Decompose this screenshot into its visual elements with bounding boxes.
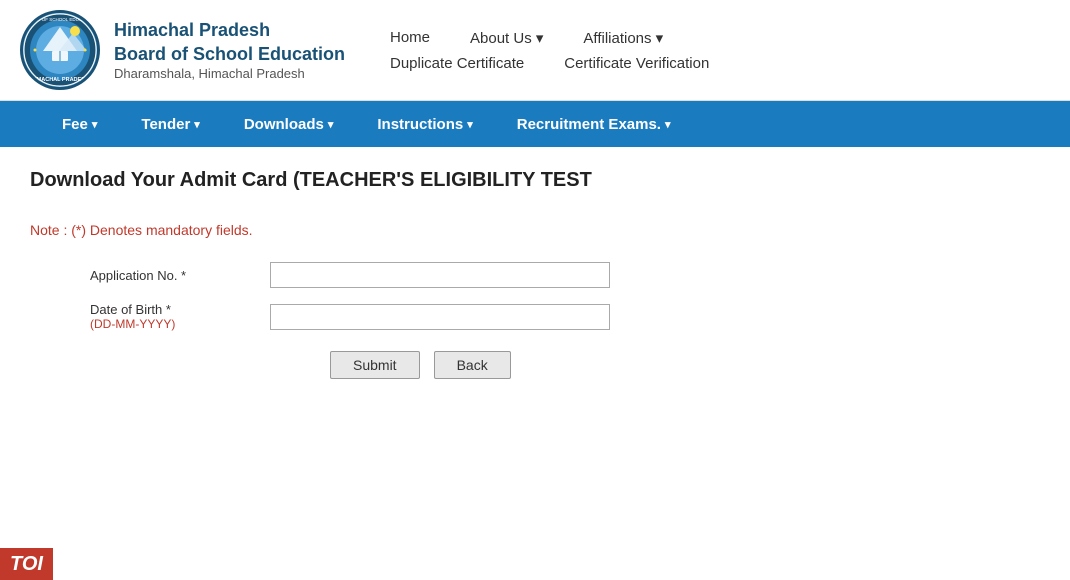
dob-format-label: (DD-MM-YYYY)	[90, 317, 270, 331]
nav-tender[interactable]: Tender ▾	[119, 101, 221, 147]
org-location: Dharamshala, Himachal Pradesh	[114, 66, 345, 81]
nav-row1: Home About Us ▾ Affiliations ▾	[390, 29, 1050, 47]
nav-affiliations[interactable]: Affiliations ▾	[583, 29, 663, 47]
svg-text:BOARD OF SCHOOL EDUCATION: BOARD OF SCHOOL EDUCATION	[24, 17, 95, 22]
form-table: Application No. * Date of Birth * (DD-MM…	[90, 262, 1040, 379]
page-heading: Download Your Admit Card (TEACHER'S ELIG…	[0, 147, 1070, 202]
nav-row2: Duplicate Certificate Certificate Verifi…	[390, 55, 1050, 72]
top-nav: Home About Us ▾ Affiliations ▾ Duplicate…	[390, 29, 1050, 72]
dob-label-wrapper: Date of Birth * (DD-MM-YYYY)	[90, 302, 270, 331]
blue-navbar: Fee ▾ Tender ▾ Downloads ▾ Instructions …	[0, 101, 1070, 147]
dob-label: Date of Birth *	[90, 302, 270, 317]
logo-icon: HIMACHAL PRADESH BOARD OF SCHOOL EDUCATI…	[20, 10, 100, 90]
nav-about-us[interactable]: About Us ▾	[470, 29, 543, 47]
dob-input[interactable]	[270, 304, 610, 330]
nav-tender-label: Tender	[141, 116, 190, 133]
nav-fee-label: Fee	[62, 116, 88, 133]
note-text: Note : (*) Denotes mandatory fields.	[30, 222, 1040, 238]
button-row: Submit Back	[330, 351, 1040, 379]
nav-recruitment-exams[interactable]: Recruitment Exams. ▾	[495, 101, 693, 147]
application-no-label: Application No. *	[90, 268, 270, 283]
application-no-input[interactable]	[270, 262, 610, 288]
nav-home[interactable]: Home	[390, 29, 430, 46]
dob-row: Date of Birth * (DD-MM-YYYY)	[90, 302, 1040, 331]
nav-downloads[interactable]: Downloads ▾	[222, 101, 356, 147]
back-button[interactable]: Back	[434, 351, 511, 379]
nav-recruitment-label: Recruitment Exams.	[517, 116, 661, 133]
header: HIMACHAL PRADESH BOARD OF SCHOOL EDUCATI…	[0, 0, 1070, 101]
toi-label: TOI	[10, 553, 43, 575]
chevron-down-icon: ▾	[194, 118, 200, 131]
nav-instructions-label: Instructions	[377, 116, 463, 133]
org-name-line2: Board of School Education	[114, 43, 345, 66]
logo-area: HIMACHAL PRADESH BOARD OF SCHOOL EDUCATI…	[20, 10, 360, 90]
chevron-down-icon: ▾	[328, 118, 334, 131]
org-name-line1: Himachal Pradesh	[114, 19, 345, 42]
org-title: Himachal Pradesh Board of School Educati…	[114, 19, 345, 81]
svg-text:HIMACHAL PRADESH: HIMACHAL PRADESH	[31, 77, 89, 83]
chevron-down-icon: ▾	[665, 118, 671, 131]
nav-downloads-label: Downloads	[244, 116, 324, 133]
form-area: Note : (*) Denotes mandatory fields. App…	[0, 202, 1070, 409]
toi-badge: TOI	[0, 548, 53, 580]
application-no-row: Application No. *	[90, 262, 1040, 288]
chevron-down-icon: ▾	[467, 118, 473, 131]
nav-instructions[interactable]: Instructions ▾	[355, 101, 494, 147]
submit-button[interactable]: Submit	[330, 351, 420, 379]
nav-duplicate-certificate[interactable]: Duplicate Certificate	[390, 55, 524, 72]
nav-certificate-verification[interactable]: Certificate Verification	[564, 55, 709, 72]
chevron-down-icon: ▾	[92, 118, 98, 131]
nav-fee[interactable]: Fee ▾	[40, 101, 119, 147]
